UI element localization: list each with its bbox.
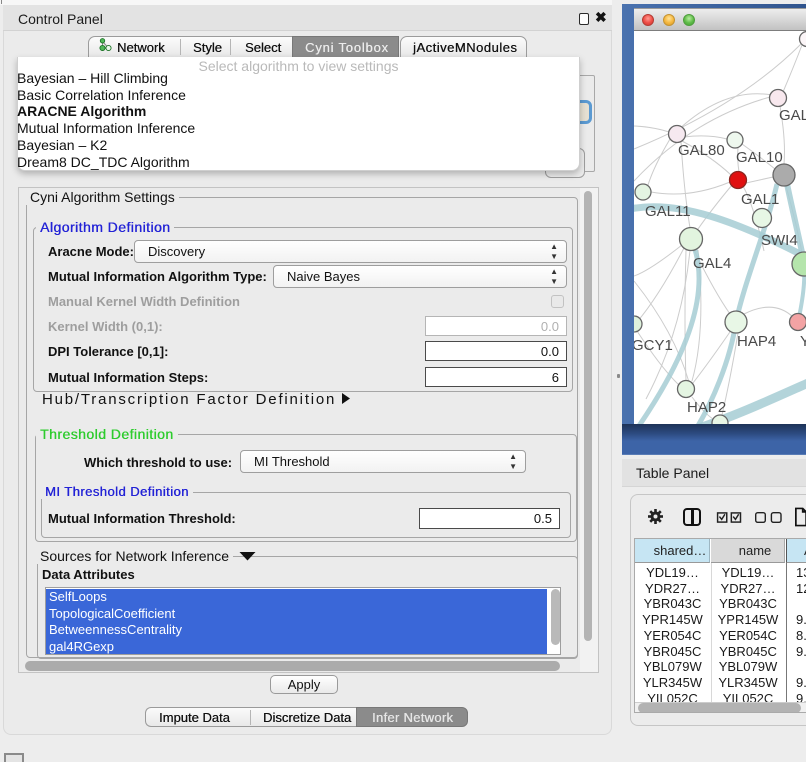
svg-text:GAL: GAL [779, 107, 806, 124]
svg-text:SWI4: SWI4 [761, 232, 798, 249]
svg-text:HAP2: HAP2 [687, 399, 726, 416]
svg-text:GAL80: GAL80 [678, 142, 725, 159]
svg-text:Y: Y [800, 333, 806, 350]
svg-text:GAL4: GAL4 [693, 255, 731, 272]
svg-text:GCY1: GCY1 [634, 337, 673, 354]
svg-text:GAL11: GAL11 [645, 203, 691, 220]
svg-text:GAL1: GAL1 [741, 191, 779, 208]
svg-text:HAP4: HAP4 [737, 333, 776, 350]
svg-text:GAL10: GAL10 [736, 149, 783, 166]
